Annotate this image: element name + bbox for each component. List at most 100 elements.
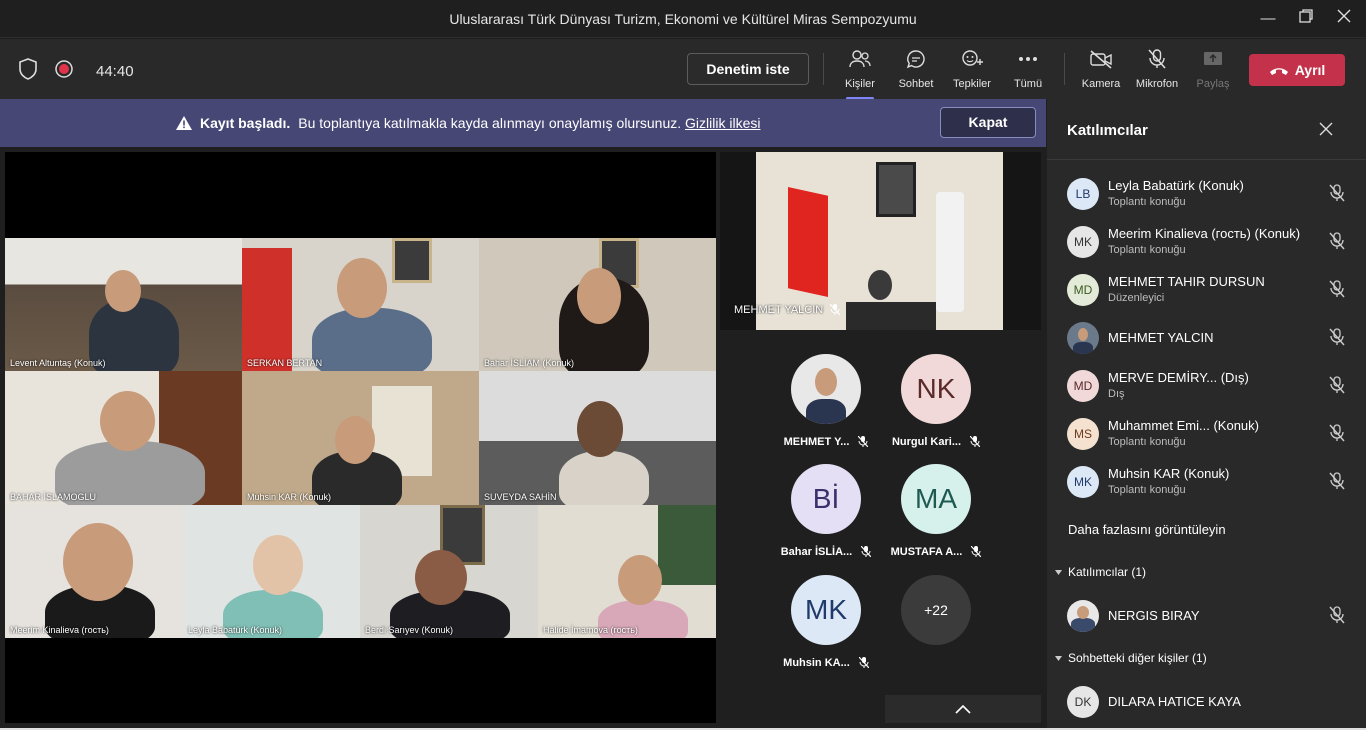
mic-off-icon[interactable] — [1329, 184, 1345, 207]
banner-text: Bu toplantıya katılmakla kayda alınmayı … — [298, 115, 682, 131]
participant-row[interactable]: MK Meerim Kinalieva (гость) (Konuk) Topl… — [1067, 223, 1357, 263]
video-stage: Levent Altuntaş (Konuk) SERKAN BERTAN Ba… — [5, 152, 716, 723]
mic-off-icon — [969, 435, 981, 450]
participant-row[interactable]: MEHMET YALCIN — [1067, 319, 1357, 359]
avatar — [1067, 600, 1099, 632]
close-window-icon[interactable] — [1333, 8, 1355, 30]
chevron-down-icon — [1055, 564, 1062, 578]
share-button[interactable]: Paylaş — [1185, 49, 1241, 90]
side-video-column: MEHMET YALCIN MEHMET Y... NK Nurgul Kari… — [720, 152, 1041, 723]
mic-off-icon — [970, 545, 982, 560]
featured-video[interactable]: MEHMET YALCIN — [720, 152, 1041, 330]
section-attendees[interactable]: Katılımcılar (1) — [1055, 564, 1146, 579]
video-grid: Levent Altuntaş (Konuk) SERKAN BERTAN Ba… — [5, 238, 716, 638]
video-tile[interactable]: Bahar İSLİAM (Konuk) — [479, 238, 716, 371]
participant-row[interactable]: MS Muhammet Emi... (Konuk) Toplantı konu… — [1067, 415, 1357, 455]
mic-off-icon — [829, 303, 841, 318]
restore-icon[interactable] — [1295, 8, 1317, 30]
tile-name: Berdi Sarıyev (Konuk) — [365, 625, 454, 635]
mic-off-icon[interactable] — [1329, 424, 1345, 447]
tile-name: Bahar İSLİAM (Konuk) — [484, 358, 575, 368]
mic-off-icon[interactable] — [1329, 606, 1345, 629]
video-tile[interactable]: Muhsin KAR (Konuk) — [242, 371, 479, 505]
reactions-button[interactable]: Tepkiler — [944, 49, 1000, 90]
video-tile[interactable]: Meerim Kinalieva (гость) — [5, 505, 183, 638]
minimize-icon[interactable]: — — [1257, 8, 1279, 30]
mic-off-icon[interactable] — [1329, 232, 1345, 255]
video-tile[interactable]: BAHAR İSLAMOGLU — [5, 371, 242, 505]
avatar: MA — [901, 464, 971, 534]
avatar: MD — [1067, 370, 1099, 402]
video-tile[interactable]: Levent Altuntaş (Konuk) — [5, 238, 242, 371]
overflow-participants-button[interactable]: +22 — [881, 575, 991, 645]
chat-icon — [905, 50, 927, 73]
warning-icon — [176, 116, 192, 133]
microphone-button[interactable]: Mikrofon — [1129, 49, 1185, 90]
tile-name: SERKAN BERTAN — [247, 358, 323, 368]
participant-avatar[interactable]: MK Muhsin KA... — [771, 575, 881, 671]
video-tile[interactable]: Berdi Sarıyev (Konuk) — [360, 505, 538, 638]
avatar: MK — [791, 575, 861, 645]
participant-row[interactable]: NERGIS BIRAY — [1067, 597, 1357, 637]
avatar: MK — [1067, 226, 1099, 258]
video-tile[interactable]: SUVEYDA SAHİN — [479, 371, 716, 505]
participant-avatar[interactable]: MEHMET Y... — [771, 354, 881, 450]
leave-button[interactable]: Ayrıl — [1249, 54, 1345, 86]
panel-title: Katılımcılar — [1067, 122, 1148, 139]
featured-name: MEHMET YALCIN — [734, 303, 841, 318]
tile-name: Muhsin KAR (Konuk) — [247, 492, 332, 502]
shield-icon[interactable] — [18, 58, 38, 85]
camera-off-icon — [1089, 50, 1113, 73]
mic-off-icon[interactable] — [1329, 328, 1345, 351]
hang-up-icon — [1269, 55, 1289, 87]
avatar — [791, 354, 861, 424]
participant-row[interactable]: LB Leyla Babatürk (Konuk) Toplantı konuğ… — [1067, 175, 1357, 215]
chat-button[interactable]: Sohbet — [888, 49, 944, 90]
video-tile[interactable]: Leyla Babatürk (Konuk) — [183, 505, 360, 638]
avatar: MS — [1067, 418, 1099, 450]
banner-title: Kayıt başladı. — [200, 115, 291, 131]
avatar: LB — [1067, 178, 1099, 210]
more-button[interactable]: Tümü — [1000, 49, 1056, 90]
tile-name: BAHAR İSLAMOGLU — [10, 492, 97, 502]
people-button[interactable]: Kişiler — [832, 49, 888, 100]
recording-banner: Kayıt başladı. Bu toplantıya katılmakla k… — [0, 99, 1046, 147]
video-tile[interactable]: SERKAN BERTAN — [242, 238, 479, 371]
mic-off-icon[interactable] — [1329, 376, 1345, 399]
section-chat-people[interactable]: Sohbetteki diğer kişiler (1) — [1055, 650, 1207, 665]
participant-avatar[interactable]: NK Nurgul Kari... — [881, 354, 991, 450]
people-icon — [848, 50, 872, 73]
camera-button[interactable]: Kamera — [1073, 49, 1129, 90]
tile-name: SUVEYDA SAHİN — [484, 492, 557, 502]
expand-gallery-button[interactable] — [885, 695, 1041, 723]
banner-close-button[interactable]: Kapat — [940, 107, 1036, 138]
tile-name: Leyla Babatürk (Konuk) — [188, 625, 283, 635]
mic-off-icon[interactable] — [1329, 280, 1345, 303]
participant-row[interactable]: MD MERVE DEMİRY... (Dış) Dış — [1067, 367, 1357, 407]
privacy-link[interactable]: Gizlilik ilkesi — [685, 115, 760, 131]
chevron-down-icon — [1055, 650, 1062, 664]
mic-off-icon — [858, 656, 870, 671]
participant-avatar[interactable]: Bİ Bahar İSLİA... — [771, 464, 881, 560]
participants-panel: Katılımcılar LB Leyla Babatürk (Konuk) T… — [1047, 99, 1366, 730]
tile-name: Halide İmamova (гость) — [543, 625, 638, 635]
avatar: MD — [1067, 274, 1099, 306]
video-tile[interactable]: Halide İmamova (гость) — [538, 505, 716, 638]
reactions-icon — [960, 50, 984, 73]
meeting-timer: 44:40 — [96, 63, 134, 80]
participant-row[interactable]: MD MEHMET TAHIR DURSUN Düzenleyici — [1067, 271, 1357, 311]
participant-row[interactable]: DK DILARA HATICE KAYA — [1067, 683, 1357, 723]
avatar: NK — [901, 354, 971, 424]
recording-icon — [54, 59, 74, 84]
overflow-count: +22 — [901, 575, 971, 645]
request-control-button[interactable]: Denetim iste — [687, 53, 809, 85]
avatar: Bİ — [791, 464, 861, 534]
close-icon[interactable] — [1319, 119, 1333, 142]
more-icon — [1016, 56, 1040, 73]
participant-row[interactable]: MK Muhsin KAR (Konuk) Toplantı konuğu — [1067, 463, 1357, 503]
show-more-link[interactable]: Daha fazlasını görüntüleyin — [1068, 522, 1226, 537]
participant-avatar[interactable]: MA MUSTAFA A... — [881, 464, 991, 560]
tile-name: Meerim Kinalieva (гость) — [10, 625, 109, 635]
avatar: DK — [1067, 686, 1099, 718]
mic-off-icon[interactable] — [1329, 472, 1345, 495]
